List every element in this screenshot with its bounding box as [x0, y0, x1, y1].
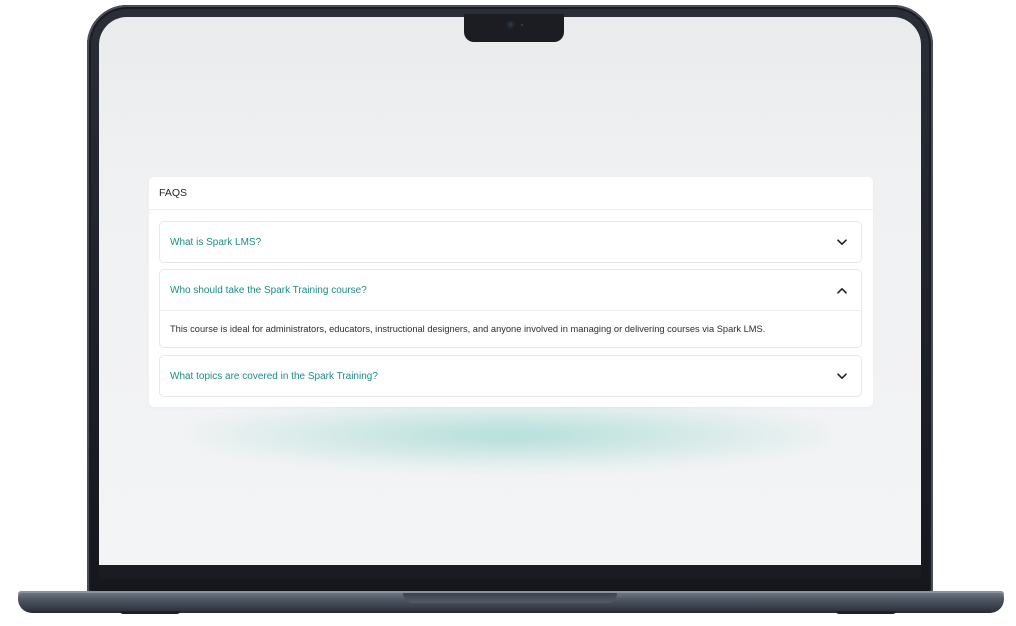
faq-title: FAQS [149, 177, 873, 210]
faq-item-expanded: Who should take the Spark Training cours… [159, 269, 862, 348]
faq-question-text: What is Spark LMS? [170, 236, 262, 248]
faq-question-text: Who should take the Spark Training cours… [170, 284, 367, 296]
camera-notch [464, 14, 564, 42]
card-glow [190, 400, 830, 470]
chevron-down-icon[interactable] [837, 371, 847, 381]
laptop-foot-right [836, 611, 896, 614]
laptop-foot-left [120, 611, 180, 614]
faq-card: FAQS What is Spark LMS? Who should take … [149, 177, 873, 407]
faq-item: What is Spark LMS? [159, 221, 862, 263]
faq-question-toggle[interactable]: What is Spark LMS? [160, 222, 861, 262]
screen-bezel-bottom [99, 565, 921, 579]
camera-icon [506, 20, 515, 29]
laptop-mockup: FAQS What is Spark LMS? Who should take … [0, 0, 1016, 626]
faq-question-toggle[interactable]: Who should take the Spark Training cours… [160, 270, 861, 310]
faq-item: What topics are covered in the Spark Tra… [159, 355, 862, 397]
laptop-opening-notch [403, 593, 617, 603]
chevron-down-icon[interactable] [837, 237, 847, 247]
faq-question-text: What topics are covered in the Spark Tra… [170, 370, 378, 382]
faq-answer-text: This course is ideal for administrators,… [160, 310, 861, 347]
camera-led [521, 24, 523, 26]
chevron-up-icon[interactable] [837, 285, 847, 295]
faq-question-toggle[interactable]: What topics are covered in the Spark Tra… [160, 356, 861, 396]
